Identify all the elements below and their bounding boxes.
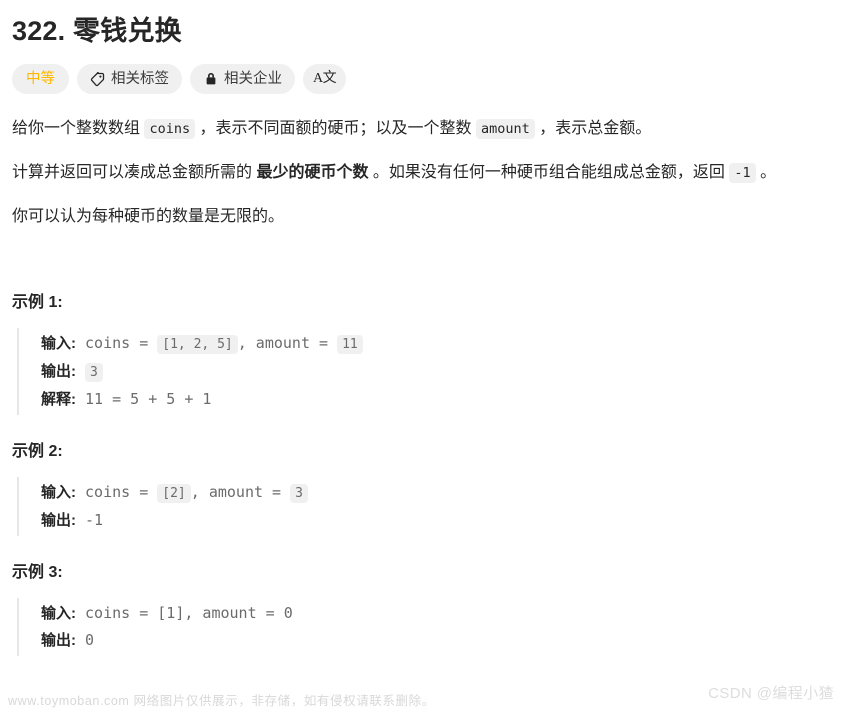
example-2-input-mid: , amount =	[190, 483, 291, 501]
translate-button[interactable]: A文	[303, 64, 347, 94]
example-1-coins-value: [1, 2, 5]	[157, 335, 238, 354]
related-tags-button[interactable]: 相关标签	[77, 64, 182, 94]
output-label: 输出:	[41, 512, 76, 529]
example-2-input-pre: coins =	[76, 483, 158, 501]
example-2-output-line: 输出: -1	[41, 507, 838, 534]
desc-p2-text-a: 计算并返回可以凑成总金额所需的	[12, 164, 257, 181]
related-tags-label: 相关标签	[111, 70, 169, 87]
description-paragraph-1: 给你一个整数数组 coins ，表示不同面额的硬币；以及一个整数 amount …	[12, 116, 838, 142]
watermark-right: CSDN @编程小猹	[708, 685, 834, 702]
example-1-amount-value: 11	[337, 335, 363, 354]
example-2-input-line: 输入: coins = [2], amount = 3	[41, 479, 838, 507]
lock-icon	[203, 72, 218, 87]
example-1-input-pre: coins =	[76, 334, 158, 352]
example-2-coins-value: [2]	[157, 484, 191, 503]
input-label: 输入:	[41, 335, 76, 352]
example-3-output-line: 输出: 0	[41, 627, 838, 654]
desc-p1-text-a: 给你一个整数数组	[12, 120, 145, 137]
related-companies-button[interactable]: 相关企业	[190, 64, 295, 94]
example-1-input-line: 输入: coins = [1, 2, 5], amount = 11	[41, 330, 838, 358]
example-1-explain-line: 解释: 11 = 5 + 5 + 1	[41, 386, 838, 413]
desc-p2-bold: 最少的硬币个数	[256, 164, 369, 181]
tag-icon	[90, 71, 105, 87]
example-1-input-mid: , amount =	[237, 334, 338, 352]
difficulty-badge[interactable]: 中等	[12, 64, 69, 94]
translate-icon: A文	[313, 71, 337, 86]
related-companies-label: 相关企业	[224, 70, 282, 87]
input-label: 输入:	[41, 605, 76, 622]
example-3-input-text: coins = [1], amount = 0	[76, 604, 293, 622]
example-2-block: 输入: coins = [2], amount = 3 输出: -1	[17, 477, 838, 536]
code-amount: amount	[476, 119, 535, 139]
watermark-left: www.toymoban.com 网络图片仅供展示，非存储，如有侵权请联系删除。	[8, 694, 435, 708]
example-3-title: 示例 3:	[12, 564, 63, 581]
desc-p2-text-c: 。	[755, 164, 777, 181]
output-label: 输出:	[41, 632, 76, 649]
badge-row: 中等 相关标签 相关企业 A文	[12, 64, 838, 94]
example-1-output-line: 输出: 3	[41, 358, 838, 386]
example-1-title: 示例 1:	[12, 294, 63, 311]
page-title: 322. 零钱兑换	[12, 16, 182, 46]
output-label: 输出:	[41, 363, 76, 380]
example-3-block: 输入: coins = [1], amount = 0 输出: 0	[17, 598, 838, 656]
explain-label: 解释:	[41, 391, 76, 408]
example-2-output-value: -1	[76, 511, 104, 529]
example-3-output-value: 0	[76, 631, 95, 649]
code-minus-one: -1	[729, 163, 756, 183]
example-2-amount-value: 3	[290, 484, 308, 503]
desc-p1-text-c: ，表示总金额。	[534, 120, 652, 137]
example-1-block: 输入: coins = [1, 2, 5], amount = 11 输出: 3…	[17, 328, 838, 415]
desc-p2-text-b: 。如果没有任何一种硬币组合能组成总金额，返回	[368, 164, 730, 181]
example-3-input-line: 输入: coins = [1], amount = 0	[41, 600, 838, 627]
input-label: 输入:	[41, 484, 76, 501]
example-1-explain-text: 11 = 5 + 5 + 1	[76, 390, 212, 408]
problem-page: 322. 零钱兑换 中等 相关标签 相关企业 A文 给你一个整数数组 coins…	[0, 14, 846, 718]
description-paragraph-2: 计算并返回可以凑成总金额所需的 最少的硬币个数 。如果没有任何一种硬币组合能组成…	[12, 160, 838, 186]
description-paragraph-3: 你可以认为每种硬币的数量是无限的。	[12, 208, 285, 225]
example-2-title: 示例 2:	[12, 443, 63, 460]
example-1-output-value: 3	[85, 363, 103, 382]
code-coins: coins	[144, 119, 196, 139]
difficulty-label: 中等	[26, 70, 55, 87]
desc-p1-text-b: ，表示不同面额的硬币；以及一个整数	[195, 120, 476, 137]
